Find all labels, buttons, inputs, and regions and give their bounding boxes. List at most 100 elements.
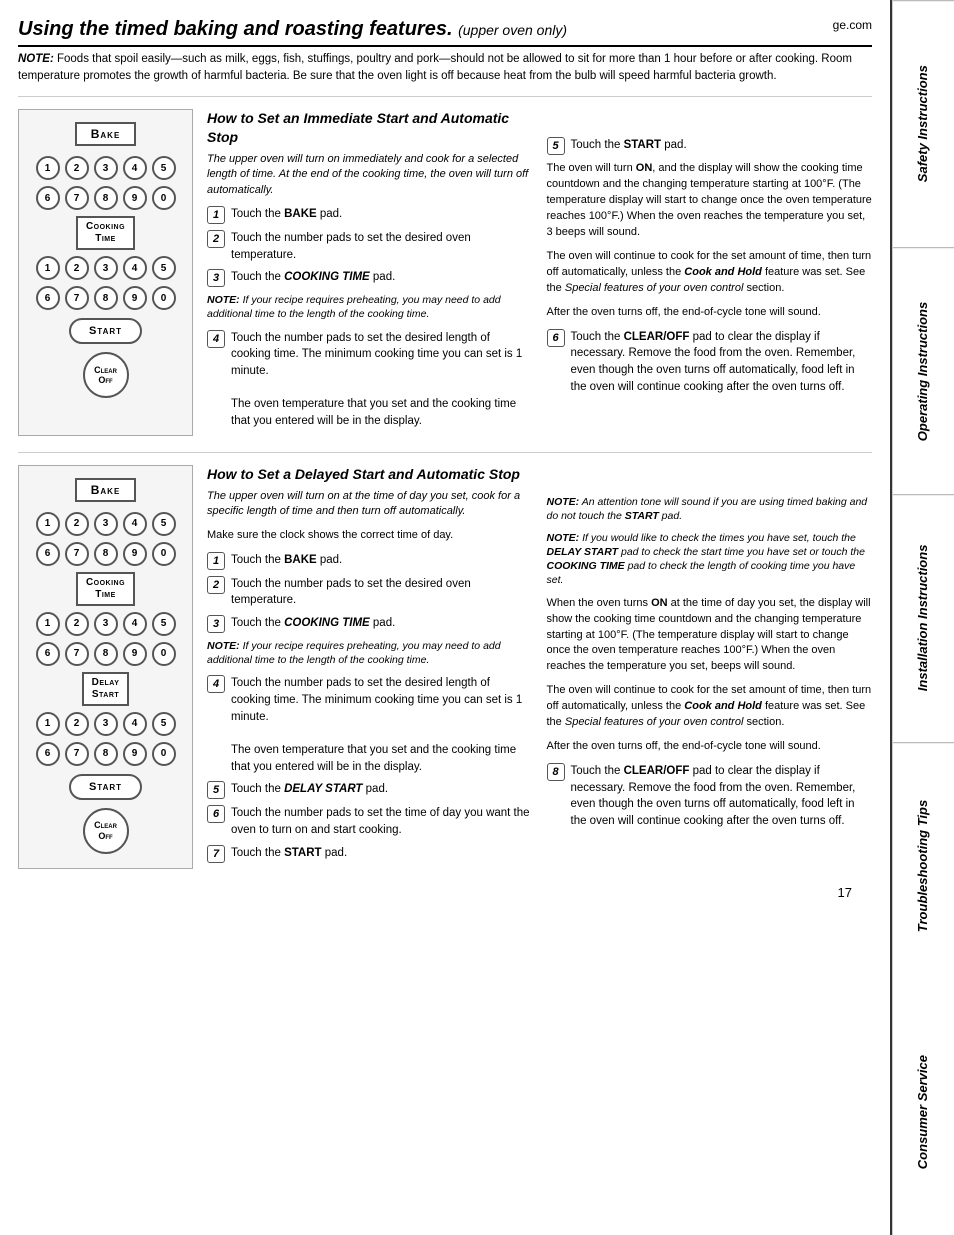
panel1-clear[interactable]: ClearOff <box>83 352 129 398</box>
btn-4b[interactable]: 4 <box>123 256 147 280</box>
section2-step1: 1 Touch the BAKE pad. <box>207 552 533 570</box>
oven-panel-1: Bake 1 2 3 4 5 6 7 8 9 0 CookingTime 1 2… <box>18 109 193 435</box>
sidebar-item-installation[interactable]: Installation Instructions <box>893 494 954 741</box>
sidebar-item-safety[interactable]: Safety Instructions <box>893 0 954 247</box>
btn-5b[interactable]: 5 <box>152 256 176 280</box>
section1-content: How to Set an Immediate Start and Automa… <box>207 109 872 435</box>
p2-btn-2b[interactable]: 2 <box>65 612 89 636</box>
p2-btn-4c[interactable]: 4 <box>123 712 147 736</box>
btn-7b[interactable]: 7 <box>65 286 89 310</box>
section2-step5: 5 Touch the DELAY START pad. <box>207 781 533 799</box>
panel1-cooking-time[interactable]: CookingTime <box>76 216 135 250</box>
page-number: 17 <box>18 885 872 900</box>
p2-btn-7[interactable]: 7 <box>65 542 89 566</box>
btn-6[interactable]: 6 <box>36 186 60 210</box>
p2-btn-3b[interactable]: 3 <box>94 612 118 636</box>
btn-3[interactable]: 3 <box>94 156 118 180</box>
p2-btn-3c[interactable]: 3 <box>94 712 118 736</box>
section1-step3: 3 Touch the COOKING TIME pad. <box>207 269 533 287</box>
btn-8b[interactable]: 8 <box>94 286 118 310</box>
section1-right-text2: The oven will continue to cook for the s… <box>547 249 873 297</box>
p2-btn-9[interactable]: 9 <box>123 542 147 566</box>
sidebar-item-troubleshooting[interactable]: Troubleshooting Tips <box>893 742 954 989</box>
p2-btn-7c[interactable]: 7 <box>65 742 89 766</box>
btn-7[interactable]: 7 <box>65 186 89 210</box>
btn-6b[interactable]: 6 <box>36 286 60 310</box>
section1-note1: NOTE: If your recipe requires preheating… <box>207 293 533 321</box>
step-text-5: Touch the START pad. <box>571 137 873 154</box>
section1-intro: The upper oven will turn on immediately … <box>207 152 533 198</box>
section1-step2: 2 Touch the number pads to set the desir… <box>207 230 533 263</box>
p2-btn-0c[interactable]: 0 <box>152 742 176 766</box>
btn-1[interactable]: 1 <box>36 156 60 180</box>
panel2-cooking-time[interactable]: CookingTime <box>76 572 135 606</box>
panel1-start[interactable]: Start <box>69 318 142 344</box>
btn-8[interactable]: 8 <box>94 186 118 210</box>
s2-step-text-1: Touch the BAKE pad. <box>231 552 533 569</box>
section1-left: How to Set an Immediate Start and Automa… <box>207 109 533 435</box>
p2-btn-5b[interactable]: 5 <box>152 612 176 636</box>
p2-btn-9b[interactable]: 9 <box>123 642 147 666</box>
s2-step-num-1: 1 <box>207 552 225 570</box>
p2-btn-5c[interactable]: 5 <box>152 712 176 736</box>
page-title: Using the timed baking and roasting feat… <box>18 18 872 47</box>
panel2-row2: 6 7 8 9 0 <box>36 542 176 566</box>
panel1-row1: 1 2 3 4 5 <box>36 156 176 180</box>
p2-btn-1c[interactable]: 1 <box>36 712 60 736</box>
section1-step4: 4 Touch the number pads to set the desir… <box>207 330 533 430</box>
btn-3b[interactable]: 3 <box>94 256 118 280</box>
p2-btn-7b[interactable]: 7 <box>65 642 89 666</box>
panel2-start[interactable]: Start <box>69 774 142 800</box>
panel2-clear[interactable]: ClearOff <box>83 808 129 854</box>
panel1-bake: Bake <box>75 122 137 146</box>
ge-com: ge.com <box>833 18 872 32</box>
main-note: NOTE: Foods that spoil easily—such as mi… <box>18 51 872 84</box>
section2-step3: 3 Touch the COOKING TIME pad. <box>207 615 533 633</box>
p2-btn-3[interactable]: 3 <box>94 512 118 536</box>
p2-btn-2[interactable]: 2 <box>65 512 89 536</box>
p2-btn-6[interactable]: 6 <box>36 542 60 566</box>
step-text-2: Touch the number pads to set the desired… <box>231 230 533 263</box>
btn-5[interactable]: 5 <box>152 156 176 180</box>
s2-step-text-5: Touch the DELAY START pad. <box>231 781 533 798</box>
p2-btn-5[interactable]: 5 <box>152 512 176 536</box>
section2-right-text1: When the oven turns ON at the time of da… <box>547 596 873 676</box>
sidebar-item-operating[interactable]: Operating Instructions <box>893 247 954 494</box>
step-num-3: 3 <box>207 269 225 287</box>
s2-step-text-7: Touch the START pad. <box>231 845 533 862</box>
p2-btn-4[interactable]: 4 <box>123 512 147 536</box>
p2-btn-0b[interactable]: 0 <box>152 642 176 666</box>
p2-btn-1b[interactable]: 1 <box>36 612 60 636</box>
p2-btn-1[interactable]: 1 <box>36 512 60 536</box>
sidebar-label-safety: Safety Instructions <box>915 66 932 183</box>
step-num-6: 6 <box>547 329 565 347</box>
p2-btn-8b[interactable]: 8 <box>94 642 118 666</box>
p2-btn-6c[interactable]: 6 <box>36 742 60 766</box>
section2-step7: 7 Touch the START pad. <box>207 845 533 863</box>
p2-btn-4b[interactable]: 4 <box>123 612 147 636</box>
btn-2b[interactable]: 2 <box>65 256 89 280</box>
section1-step6: 6 Touch the CLEAR/OFF pad to clear the d… <box>547 329 873 396</box>
btn-2[interactable]: 2 <box>65 156 89 180</box>
section2-content: How to Set a Delayed Start and Automatic… <box>207 465 872 869</box>
p2-btn-2c[interactable]: 2 <box>65 712 89 736</box>
sidebar-item-consumer[interactable]: Consumer Service <box>893 989 954 1235</box>
p2-btn-8c[interactable]: 8 <box>94 742 118 766</box>
btn-0b[interactable]: 0 <box>152 286 176 310</box>
panel2-delay-start[interactable]: DelayStart <box>82 672 130 706</box>
panel1-row4: 6 7 8 9 0 <box>36 286 176 310</box>
p2-btn-8[interactable]: 8 <box>94 542 118 566</box>
btn-1b[interactable]: 1 <box>36 256 60 280</box>
btn-9[interactable]: 9 <box>123 186 147 210</box>
section2-step6: 6 Touch the number pads to set the time … <box>207 805 533 838</box>
btn-9b[interactable]: 9 <box>123 286 147 310</box>
p2-btn-6b[interactable]: 6 <box>36 642 60 666</box>
p2-btn-0[interactable]: 0 <box>152 542 176 566</box>
panel2-row1: 1 2 3 4 5 <box>36 512 176 536</box>
p2-btn-9c[interactable]: 9 <box>123 742 147 766</box>
s2-step-text-3: Touch the COOKING TIME pad. <box>231 615 533 632</box>
btn-4[interactable]: 4 <box>123 156 147 180</box>
btn-0[interactable]: 0 <box>152 186 176 210</box>
step-text-1: Touch the BAKE pad. <box>231 206 533 223</box>
section2: Bake 1 2 3 4 5 6 7 8 9 0 CookingTime 1 2… <box>18 452 872 869</box>
